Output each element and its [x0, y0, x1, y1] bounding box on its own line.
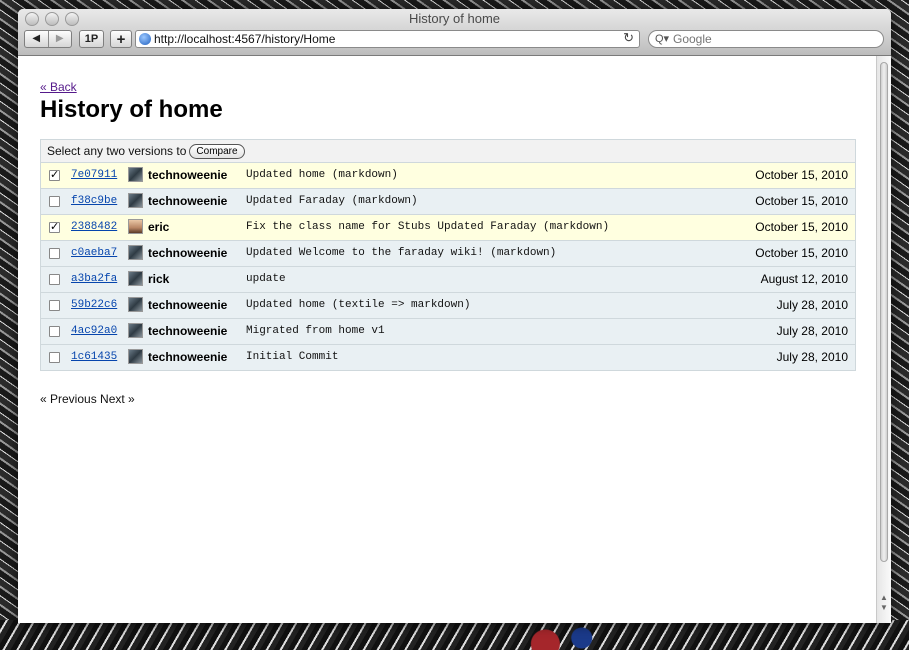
avatar: [128, 245, 143, 260]
commit-message: Updated Welcome to the faraday wiki! (ma…: [246, 247, 557, 259]
commit-sha-link[interactable]: 7e07911: [71, 169, 117, 181]
history-row: c0aeba7 technoweenie Updated Welcome to th…: [41, 241, 855, 267]
history-table: Select any two versions to Compare ✓ 7e07…: [40, 139, 856, 371]
url-text: http://localhost:4567/history/Home: [154, 32, 336, 46]
back-arrow-icon[interactable]: ◀: [25, 31, 48, 47]
commit-date: July 28, 2010: [776, 350, 848, 364]
commit-author: technoweenie: [148, 168, 228, 182]
commit-date: October 15, 2010: [755, 246, 848, 260]
avatar: [128, 349, 143, 364]
desktop-artwork: [0, 620, 909, 650]
address-bar[interactable]: http://localhost:4567/history/Home ↻: [135, 30, 640, 48]
window-title: History of home: [408, 11, 501, 26]
title-bar: History of home ◀ ▶ 1P + http://localhos…: [18, 9, 891, 56]
avatar: [128, 193, 143, 208]
commit-author: technoweenie: [148, 246, 228, 260]
page-content: « Back History of home Select any two ve…: [18, 56, 877, 623]
avatar: [128, 219, 143, 234]
commit-author: eric: [148, 220, 170, 234]
browser-window: History of home ◀ ▶ 1P + http://localhos…: [18, 9, 891, 623]
commit-date: July 28, 2010: [776, 324, 848, 338]
history-row: ✓ 2388482 eric Fix the class name for Stubs…: [41, 215, 855, 241]
select-prompt: Select any two versions to: [47, 144, 187, 158]
commit-message: Updated Faraday (markdown): [246, 195, 418, 207]
commit-sha-link[interactable]: 59b22c6: [71, 299, 117, 311]
history-row: 59b22c6 technoweenie Updated home (textile…: [41, 293, 855, 319]
back-forward-buttons: ◀ ▶: [24, 30, 72, 48]
commit-author: technoweenie: [148, 350, 228, 364]
page-title: History of home: [40, 96, 223, 123]
version-checkbox[interactable]: [49, 326, 60, 337]
commit-date: August 12, 2010: [760, 272, 848, 286]
history-rows: ✓ 7e07911 technoweenie Updated home (markdo…: [41, 163, 855, 370]
commit-sha-link[interactable]: c0aeba7: [71, 247, 117, 259]
history-row: a3ba2fa rick update August 12, 2010: [41, 267, 855, 293]
version-checkbox[interactable]: [49, 300, 60, 311]
one-password-button[interactable]: 1P: [79, 30, 104, 48]
previous-page-link[interactable]: « Previous: [40, 392, 97, 406]
commit-message: Updated home (markdown): [246, 169, 398, 181]
avatar: [128, 167, 143, 182]
version-checkbox[interactable]: [49, 196, 60, 207]
avatar: [128, 323, 143, 338]
browser-toolbar: ◀ ▶ 1P + http://localhost:4567/history/H…: [24, 30, 885, 50]
commit-author: rick: [148, 272, 170, 286]
commit-sha-link[interactable]: 2388482: [71, 221, 117, 233]
avatar: [128, 271, 143, 286]
version-checkbox[interactable]: [49, 352, 60, 363]
reload-icon[interactable]: ↻: [623, 30, 634, 46]
history-row: 1c61435 technoweenie Initial Commit July 28…: [41, 345, 855, 370]
next-page-link[interactable]: Next »: [100, 392, 135, 406]
search-bar: Q▾: [648, 30, 884, 48]
history-row: 4ac92a0 technoweenie Migrated from home v1…: [41, 319, 855, 345]
version-checkbox[interactable]: ✓: [49, 170, 60, 181]
history-row: f38c9be technoweenie Updated Faraday (mark…: [41, 189, 855, 215]
commit-author: technoweenie: [148, 298, 228, 312]
back-link[interactable]: « Back: [40, 80, 77, 94]
vertical-scrollbar[interactable]: ▲ ▼: [876, 56, 891, 623]
scrollbar-thumb[interactable]: [880, 62, 888, 562]
search-icon: Q▾: [655, 33, 670, 45]
pagination: « Previous Next »: [40, 392, 135, 406]
globe-icon: [139, 33, 151, 45]
commit-message: Updated home (textile => markdown): [246, 299, 471, 311]
commit-sha-link[interactable]: 4ac92a0: [71, 325, 117, 337]
avatar: [128, 297, 143, 312]
commit-date: July 28, 2010: [776, 298, 848, 312]
commit-author: technoweenie: [148, 324, 228, 338]
compare-button[interactable]: Compare: [189, 143, 245, 159]
commit-message: Migrated from home v1: [246, 325, 385, 337]
commit-sha-link[interactable]: f38c9be: [71, 195, 117, 207]
commit-date: October 15, 2010: [755, 220, 848, 234]
version-checkbox[interactable]: [49, 248, 60, 259]
commit-author: technoweenie: [148, 194, 228, 208]
commit-message: Fix the class name for Stubs Updated Far…: [246, 221, 610, 233]
commit-sha-link[interactable]: a3ba2fa: [71, 273, 117, 285]
scroll-arrows-icon[interactable]: ▲ ▼: [880, 593, 888, 613]
commit-date: October 15, 2010: [755, 168, 848, 182]
forward-arrow-icon[interactable]: ▶: [47, 31, 72, 47]
history-header: Select any two versions to Compare: [41, 140, 855, 163]
version-checkbox[interactable]: [49, 274, 60, 285]
history-row: ✓ 7e07911 technoweenie Updated home (markdo…: [41, 163, 855, 189]
commit-message: Initial Commit: [246, 351, 339, 363]
commit-message: update: [246, 273, 286, 285]
search-input[interactable]: [673, 32, 873, 46]
add-bookmark-button[interactable]: +: [110, 30, 132, 48]
commit-date: October 15, 2010: [755, 194, 848, 208]
commit-sha-link[interactable]: 1c61435: [71, 351, 117, 363]
version-checkbox[interactable]: ✓: [49, 222, 60, 233]
